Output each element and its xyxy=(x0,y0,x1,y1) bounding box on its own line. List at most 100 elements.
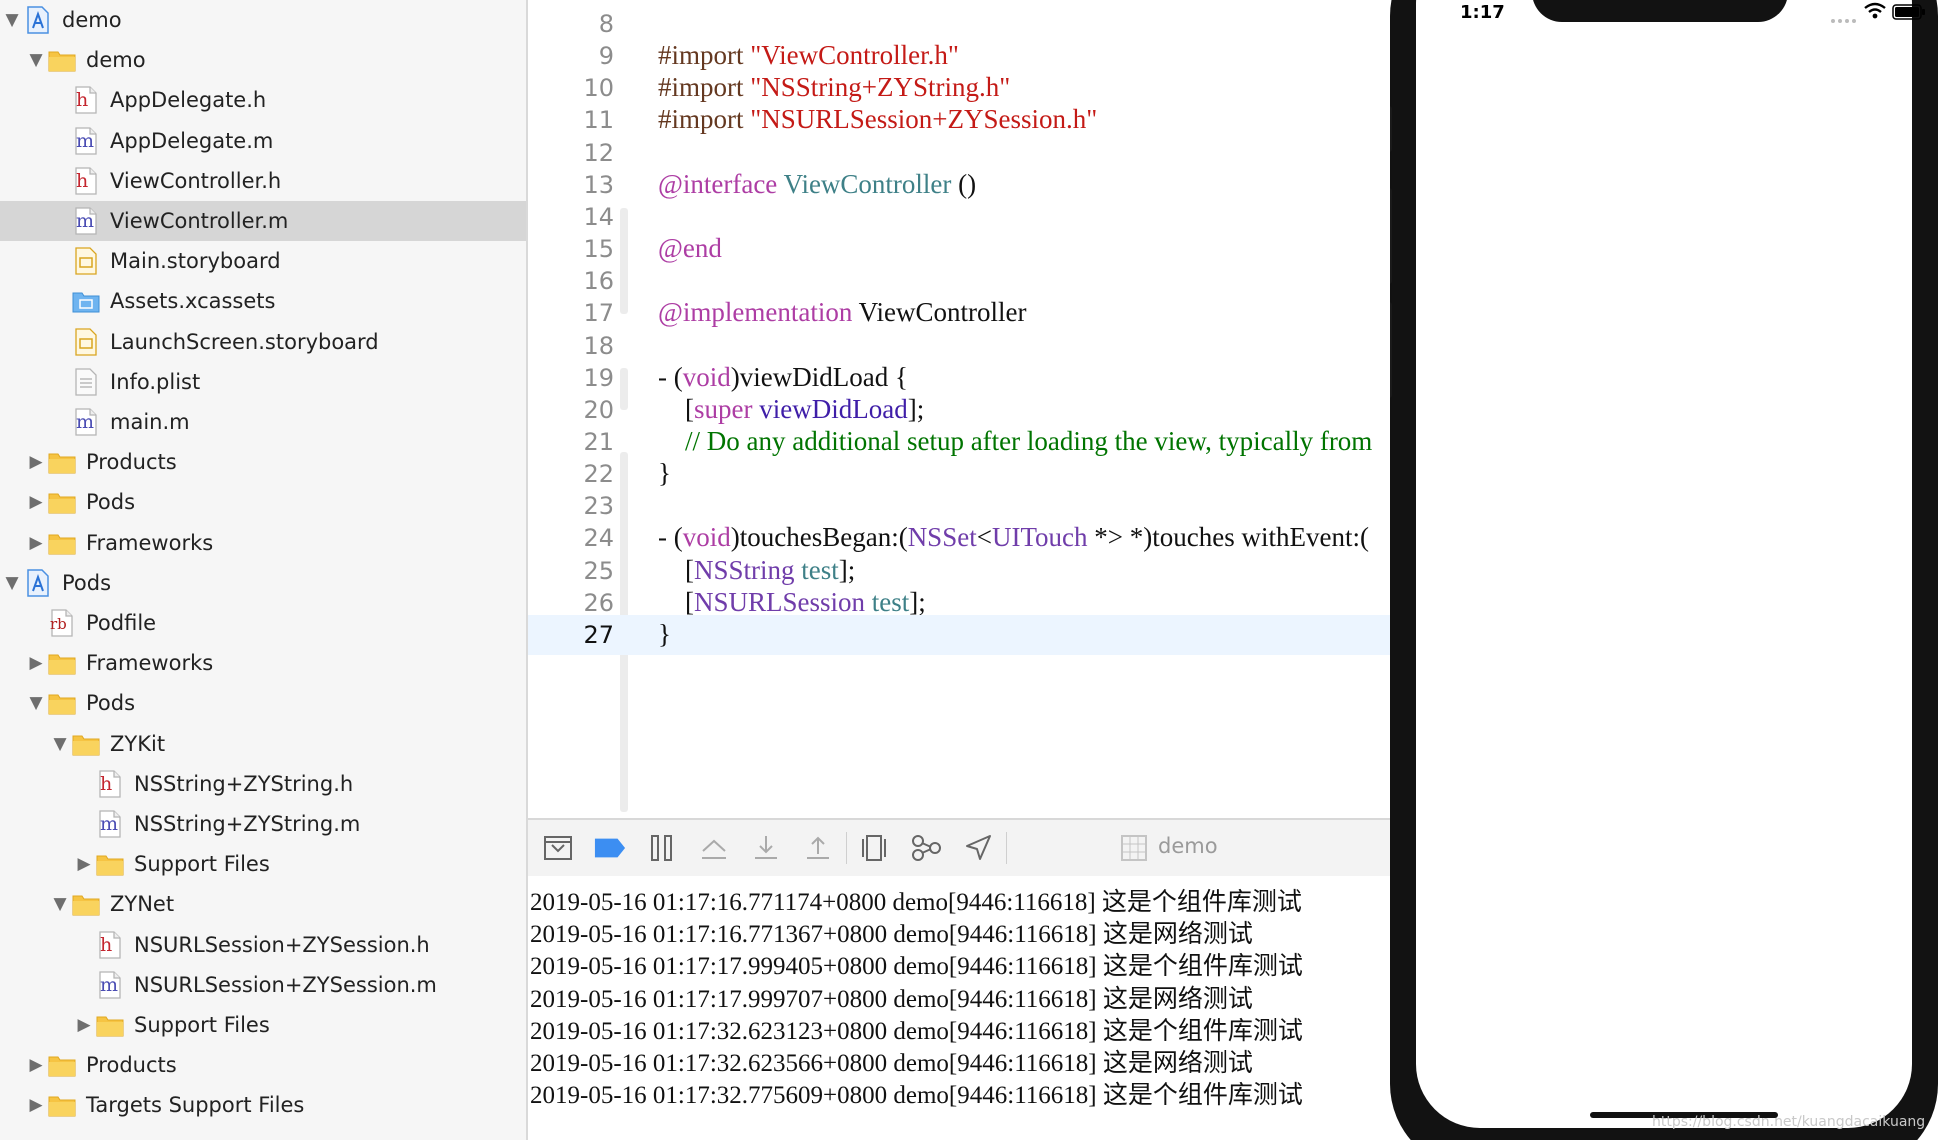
navigator-group[interactable]: ▼ ZYKit xyxy=(0,724,526,764)
navigator-group[interactable]: ▶ Products xyxy=(0,442,526,482)
navigator-file[interactable]: h NSURLSession+ZYSession.h xyxy=(0,925,526,965)
disclosure-expanded-icon[interactable]: ▼ xyxy=(48,732,72,756)
code-text[interactable]: - (void)viewDidLoad { xyxy=(658,362,908,393)
line-number[interactable]: 14 xyxy=(528,203,614,231)
line-number[interactable]: 13 xyxy=(528,171,614,199)
code-text[interactable]: [NSURLSession test]; xyxy=(658,587,926,618)
phone-screen[interactable] xyxy=(1416,0,1912,1128)
navigator-group[interactable]: ▼ Pods xyxy=(0,683,526,723)
navigator-file[interactable]: h AppDelegate.h xyxy=(0,80,526,120)
navigator-file[interactable]: m NSString+ZYString.m xyxy=(0,804,526,844)
line-number[interactable]: 21 xyxy=(528,428,614,456)
disclosure-collapsed-icon[interactable]: ▶ xyxy=(72,852,96,876)
navigator-file[interactable]: m AppDelegate.m xyxy=(0,121,526,161)
navigator-file[interactable]: rb Podfile xyxy=(0,603,526,643)
navigator-group[interactable]: ▶ Frameworks xyxy=(0,643,526,683)
code-text[interactable]: @interface ViewController () xyxy=(658,169,976,200)
navigator-group[interactable]: ▶ Pods xyxy=(0,482,526,522)
line-number[interactable]: 15 xyxy=(528,235,614,263)
code-text[interactable]: // Do any additional setup after loading… xyxy=(658,426,1372,457)
line-number[interactable]: 8 xyxy=(528,10,614,38)
navigator-group[interactable]: ▼ demo xyxy=(0,40,526,80)
objc-source-file-icon: m xyxy=(99,971,121,999)
line-number[interactable]: 24 xyxy=(528,524,614,552)
scheme-label[interactable]: demo xyxy=(1158,834,1218,858)
line-number[interactable]: 17 xyxy=(528,299,614,327)
step-out-icon[interactable] xyxy=(802,832,834,864)
disclosure-collapsed-icon[interactable]: ▶ xyxy=(24,1053,48,1077)
navigator-file[interactable]: Info.plist xyxy=(0,362,526,402)
line-number[interactable]: 12 xyxy=(528,139,614,167)
code-text[interactable]: } xyxy=(658,458,671,489)
navigator-file[interactable]: LaunchScreen.storyboard xyxy=(0,322,526,362)
disclosure-expanded-icon[interactable]: ▼ xyxy=(0,8,24,32)
disclosure-expanded-icon[interactable]: ▼ xyxy=(0,571,24,595)
folder-icon xyxy=(72,730,100,758)
navigator-file[interactable]: m main.m xyxy=(0,402,526,442)
breakpoints-toggle-icon[interactable] xyxy=(594,832,626,864)
line-number[interactable]: 11 xyxy=(528,106,614,134)
disclosure-collapsed-icon[interactable]: ▶ xyxy=(24,450,48,474)
line-number[interactable]: 19 xyxy=(528,364,614,392)
code-text[interactable]: } xyxy=(658,619,671,650)
navigator-file[interactable]: h NSString+ZYString.h xyxy=(0,764,526,804)
step-into-icon[interactable] xyxy=(750,832,782,864)
line-number[interactable]: 9 xyxy=(528,42,614,70)
navigator-group[interactable]: ▼ ZYNet xyxy=(0,884,526,924)
pause-icon[interactable] xyxy=(646,832,678,864)
line-number[interactable]: 20 xyxy=(528,396,614,424)
line-number[interactable]: 23 xyxy=(528,492,614,520)
line-number[interactable]: 25 xyxy=(528,557,614,585)
disclosure-collapsed-icon[interactable]: ▶ xyxy=(24,490,48,514)
storyboard-file-icon xyxy=(72,327,100,356)
step-over-icon[interactable] xyxy=(698,832,730,864)
navigator-group[interactable]: ▶ Support Files xyxy=(0,844,526,884)
code-fold-ribbon[interactable] xyxy=(620,648,628,812)
code-text[interactable]: #import "NSURLSession+ZYSession.h" xyxy=(658,104,1097,135)
navigator-file[interactable]: h ViewController.h xyxy=(0,161,526,201)
code-text[interactable]: #import "NSString+ZYString.h" xyxy=(658,72,1010,103)
navigator-group[interactable]: ▼ Pods xyxy=(0,563,526,603)
navigator-group[interactable]: ▶ Products xyxy=(0,1045,526,1085)
navigator-group[interactable]: ▶ Support Files xyxy=(0,1005,526,1045)
disclosure-collapsed-icon[interactable]: ▶ xyxy=(72,1013,96,1037)
disclosure-expanded-icon[interactable]: ▼ xyxy=(24,48,48,72)
view-debugger-icon[interactable] xyxy=(858,832,890,864)
header-file-icon: h xyxy=(96,770,124,798)
code-text[interactable]: @implementation ViewController xyxy=(658,297,1026,328)
line-number[interactable]: 18 xyxy=(528,332,614,360)
navigator-file[interactable]: m ViewController.m xyxy=(0,201,526,241)
code-line[interactable]: 27} xyxy=(528,614,1390,655)
line-number[interactable]: 26 xyxy=(528,589,614,617)
code-text[interactable]: #import "ViewController.h" xyxy=(658,40,959,71)
line-number[interactable]: 27 xyxy=(528,621,614,649)
navigator-group[interactable]: ▼ demo xyxy=(0,0,526,40)
simulate-location-icon[interactable] xyxy=(962,832,994,864)
disclosure-expanded-icon[interactable]: ▼ xyxy=(48,892,72,916)
hide-debug-area-icon[interactable] xyxy=(542,832,574,864)
navigator-file[interactable]: m NSURLSession+ZYSession.m xyxy=(0,965,526,1005)
code-text[interactable]: [NSString test]; xyxy=(658,555,855,586)
memory-graph-icon[interactable] xyxy=(910,832,942,864)
scheme-grid-icon[interactable] xyxy=(1118,832,1150,864)
code-text[interactable]: @end xyxy=(658,233,722,264)
debug-console[interactable]: 2019-05-16 01:17:16.771174+0800 demo[944… xyxy=(528,876,1390,1140)
disclosure-collapsed-icon[interactable]: ▶ xyxy=(24,1093,48,1117)
navigator-file[interactable]: Assets.xcassets xyxy=(0,281,526,321)
navigator-group[interactable]: ▶ Targets Support Files xyxy=(0,1085,526,1125)
code-text[interactable]: - (void)touchesBegan:(NSSet<UITouch *> *… xyxy=(658,522,1369,553)
navigator-file[interactable]: Main.storyboard xyxy=(0,241,526,281)
console-log-line: 2019-05-16 01:17:17.999405+0800 demo[944… xyxy=(530,953,1303,981)
disclosure-expanded-icon[interactable]: ▼ xyxy=(24,691,48,715)
source-editor[interactable]: 8 9 #import "ViewController.h" 10 #import "N… xyxy=(528,0,1390,812)
code-text[interactable]: [super viewDidLoad]; xyxy=(658,394,924,425)
disclosure-collapsed-icon[interactable]: ▶ xyxy=(24,531,48,555)
line-number[interactable]: 10 xyxy=(528,74,614,102)
navigator-group[interactable]: ▶ Frameworks xyxy=(0,523,526,563)
line-number[interactable]: 22 xyxy=(528,460,614,488)
disclosure-collapsed-icon[interactable]: ▶ xyxy=(24,651,48,675)
line-number[interactable]: 16 xyxy=(528,267,614,295)
